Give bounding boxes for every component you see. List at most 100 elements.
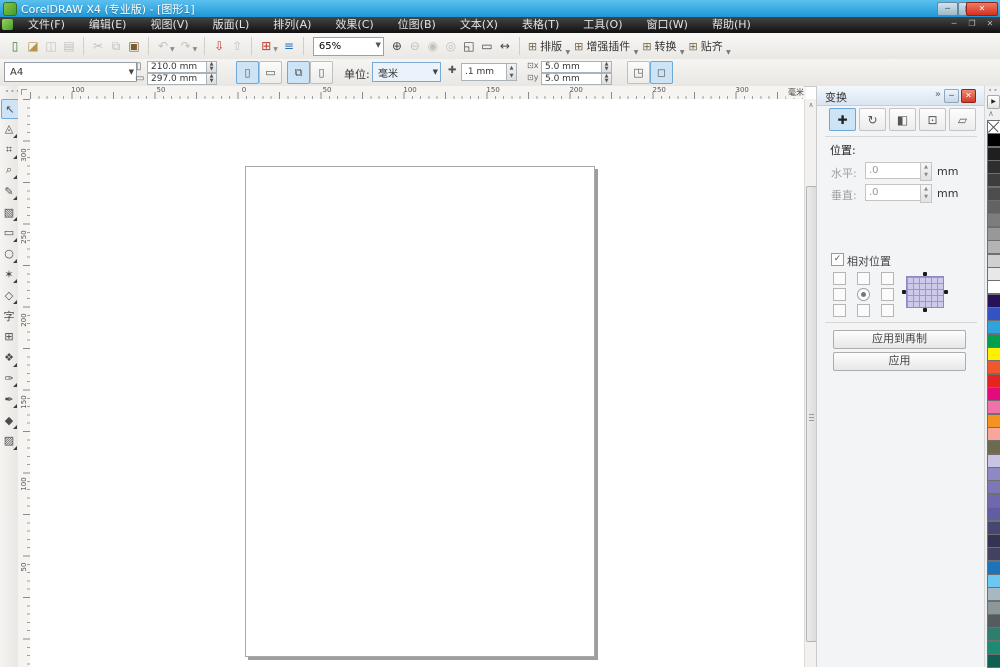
menu-item-view[interactable]: 视图(V) — [138, 17, 200, 33]
color-swatch[interactable] — [987, 187, 1000, 201]
close-button[interactable]: ✕ — [966, 2, 998, 16]
crop-tool-icon[interactable]: ⌗ — [1, 141, 17, 159]
redo-icon[interactable]: ↷ — [177, 37, 195, 55]
flyout-indicator[interactable] — [13, 383, 17, 387]
color-swatch[interactable] — [987, 307, 1000, 321]
size-button[interactable]: ⊡ — [919, 108, 946, 131]
color-swatch[interactable] — [987, 400, 1000, 414]
welcome-screen-icon[interactable]: ≡ — [280, 37, 298, 55]
units-combo[interactable]: 毫米 ▼ — [372, 62, 441, 82]
pick-tool-icon[interactable]: ↖ — [1, 99, 19, 119]
color-swatch[interactable] — [987, 320, 1000, 334]
duplicate-x-field[interactable]: 5.0 mm — [541, 61, 604, 73]
table-tool-icon[interactable]: ⊞ — [1, 328, 17, 346]
paper-preset-combo[interactable]: A4 ▼ — [4, 62, 137, 82]
flyout-indicator[interactable] — [13, 404, 17, 408]
anchor-radio-center[interactable] — [857, 288, 870, 301]
horizontal-ruler[interactable]: 10050050100150200250300 — [30, 86, 804, 100]
chevron-down-icon[interactable]: ▼ — [680, 49, 685, 56]
page-a4[interactable] — [245, 166, 595, 657]
application-launcher-icon[interactable]: ⊞ — [257, 37, 275, 55]
anchor-checkbox-top-center[interactable] — [857, 272, 870, 285]
chevron-down-icon[interactable]: ▼ — [634, 49, 639, 56]
flyout-indicator[interactable] — [13, 300, 17, 304]
color-swatch[interactable] — [987, 360, 1000, 374]
color-swatch[interactable] — [987, 534, 1000, 548]
paper-width-field[interactable]: 210.0 mm — [147, 61, 208, 73]
flyout-indicator[interactable] — [13, 217, 17, 221]
flyout-indicator[interactable] — [13, 134, 17, 138]
anchor-checkbox-top-right[interactable] — [881, 272, 894, 285]
smart-fill-tool-icon[interactable]: ▧ — [1, 203, 17, 221]
color-swatch[interactable] — [987, 547, 1000, 561]
convert-button[interactable]: ⊞转换▼ — [642, 38, 676, 54]
paper-height-field[interactable]: 297.0 mm — [147, 73, 208, 85]
horizontal-spinner[interactable]: ▲▼ — [920, 162, 932, 181]
text-tool-icon[interactable]: 字 — [1, 307, 17, 325]
drawing-canvas[interactable] — [30, 99, 804, 667]
scale-mirror-button[interactable]: ◧ — [889, 108, 916, 131]
vertical-field[interactable]: .0 — [865, 184, 922, 201]
plugins-button[interactable]: ⊞增强插件▼ — [574, 38, 630, 54]
zoom-tool-icon[interactable]: ⌕ — [1, 161, 17, 179]
paper-height-spinner[interactable]: ▲▼ — [206, 73, 217, 85]
cut-icon[interactable]: ✂ — [89, 37, 107, 55]
zoom-all-objects-icon[interactable]: ◱ — [460, 37, 478, 55]
interactive-fill-tool-icon[interactable]: ▨ — [1, 432, 17, 450]
menu-item-window[interactable]: 窗口(W) — [635, 17, 700, 33]
color-swatch[interactable] — [987, 213, 1000, 227]
current-page-button[interactable]: ▯ — [310, 61, 333, 84]
duplicate-y-field[interactable]: 5.0 mm — [541, 73, 604, 85]
blend-tool-icon[interactable]: ❖ — [1, 349, 17, 367]
doc-minimize-button[interactable]: ─ — [948, 19, 960, 28]
color-swatch[interactable] — [987, 440, 1000, 454]
color-swatch[interactable] — [987, 454, 1000, 468]
rectangle-tool-icon[interactable]: ▭ — [1, 224, 17, 242]
color-swatch[interactable] — [987, 240, 1000, 254]
position-button[interactable]: ✚ — [829, 108, 856, 131]
print-icon[interactable]: ▤ — [60, 37, 78, 55]
palette-drag-handle[interactable]: ∙∙∙ — [988, 86, 1000, 94]
zoom-page-width-icon[interactable]: ↔ — [496, 37, 514, 55]
menu-item-help[interactable]: 帮助(H) — [700, 17, 763, 33]
skew-button[interactable]: ▱ — [949, 108, 976, 131]
anchor-checkbox-middle-left[interactable] — [833, 288, 846, 301]
landscape-button[interactable]: ▭ — [259, 61, 282, 84]
apply-to-duplicate-button[interactable]: 应用到再制 — [833, 330, 966, 349]
anchor-checkbox-bottom-left[interactable] — [833, 304, 846, 317]
paste-icon[interactable]: ▣ — [125, 37, 143, 55]
freehand-tool-icon[interactable]: ✎ — [1, 182, 17, 200]
nudge-offset-spinner[interactable]: ▲▼ — [506, 63, 517, 81]
paper-width-spinner[interactable]: ▲▼ — [206, 61, 217, 73]
menu-item-text[interactable]: 文本(X) — [448, 17, 510, 33]
color-swatch[interactable] — [987, 147, 1000, 161]
horizontal-field[interactable]: .0 — [865, 162, 922, 179]
typesetting-button[interactable]: ⊞排版▼ — [528, 38, 562, 54]
menu-item-file[interactable]: 文件(F) — [16, 17, 77, 33]
flyout-indicator[interactable] — [13, 425, 17, 429]
color-swatch[interactable] — [987, 614, 1000, 628]
anchor-checkbox-top-left[interactable] — [833, 272, 846, 285]
color-swatch[interactable] — [987, 587, 1000, 601]
color-swatch[interactable] — [987, 654, 1000, 668]
eyedropper-tool-icon[interactable]: ✑ — [1, 369, 17, 387]
menu-item-tools[interactable]: 工具(O) — [571, 17, 634, 33]
color-swatch[interactable] — [987, 480, 1000, 494]
basic-shapes-tool-icon[interactable]: ◇ — [1, 286, 17, 304]
color-swatch[interactable] — [987, 347, 1000, 361]
menu-item-table[interactable]: 表格(T) — [510, 17, 571, 33]
color-swatch[interactable] — [987, 160, 1000, 174]
color-swatch[interactable] — [987, 374, 1000, 388]
zoom-actual-icon[interactable]: ◉ — [424, 37, 442, 55]
flyout-indicator[interactable] — [13, 259, 17, 263]
color-swatch[interactable] — [987, 387, 1000, 401]
color-swatch[interactable] — [987, 280, 1000, 294]
color-swatch[interactable] — [987, 334, 1000, 348]
flyout-indicator[interactable] — [13, 446, 17, 450]
relative-position-checkbox[interactable]: ✓ — [831, 253, 844, 266]
all-pages-button[interactable]: ⧉ — [287, 61, 310, 84]
color-swatch[interactable] — [987, 133, 1000, 147]
shape-tool-icon[interactable]: ◬ — [1, 120, 17, 138]
treat-as-filled-button[interactable]: ◳ — [627, 61, 650, 84]
rotate-button[interactable]: ↻ — [859, 108, 886, 131]
